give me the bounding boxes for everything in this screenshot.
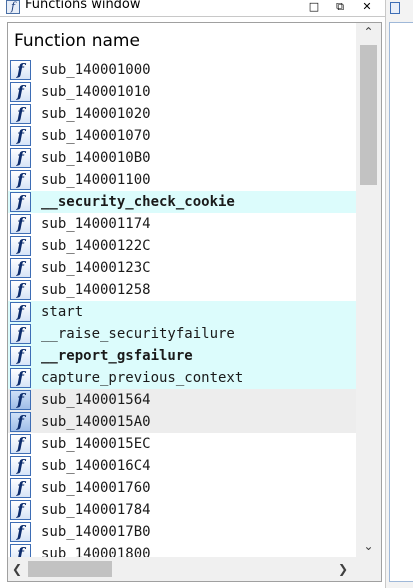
chevron-down-icon[interactable]: ⌄	[356, 537, 381, 555]
scrollbar-corner	[356, 557, 381, 581]
function-icon: f	[10, 478, 31, 498]
function-row[interactable]: f __raise_securityfailure	[8, 323, 356, 345]
function-icon: f	[10, 390, 31, 410]
function-name: sub_14000122C	[41, 238, 151, 254]
function-row[interactable]: f sub_140001760	[8, 477, 356, 499]
function-row[interactable]: f sub_140001258	[8, 279, 356, 301]
function-name: sub_140001760	[41, 480, 151, 496]
function-row[interactable]: f sub_14000123C	[8, 257, 356, 279]
window-title: Functions window	[25, 0, 141, 12]
function-name: sub_140001174	[41, 216, 151, 232]
function-icon: f	[10, 368, 31, 388]
functions-window-titlebar[interactable]: f Functions window □ ⧉ ✕	[0, 0, 385, 17]
column-header-function-name[interactable]: Function name	[8, 23, 356, 59]
chevron-up-icon[interactable]: ⌃	[356, 23, 381, 41]
function-icon: f	[10, 148, 31, 168]
function-name: sub_140001010	[41, 84, 151, 100]
close-icon[interactable]: ✕	[358, 0, 376, 15]
function-icon: f	[6, 0, 20, 14]
horizontal-scrollbar[interactable]: ❮ ❯	[8, 557, 356, 581]
restore-icon[interactable]: □	[305, 0, 323, 15]
function-row[interactable]: f sub_140001100	[8, 169, 356, 191]
function-row[interactable]: f sub_140001000	[8, 59, 356, 81]
vertical-scrollbar[interactable]: ⌃ ⌄	[356, 23, 381, 557]
adjacent-pane-content	[389, 22, 413, 582]
function-icon: f	[10, 236, 31, 256]
function-icon: f	[10, 214, 31, 234]
adjacent-pane	[385, 0, 413, 588]
maximize-icon[interactable]: ⧉	[331, 0, 349, 15]
function-icon: f	[10, 192, 31, 212]
function-name: sub_140001000	[41, 62, 151, 78]
function-row[interactable]: f sub_1400015EC	[8, 433, 356, 455]
function-icon: f	[10, 126, 31, 146]
function-name: __raise_securityfailure	[41, 326, 235, 342]
function-icon: f	[10, 434, 31, 454]
function-icon: f	[10, 82, 31, 102]
function-row[interactable]: f sub_1400016C4	[8, 455, 356, 477]
function-row[interactable]: f sub_1400010B0	[8, 147, 356, 169]
function-icon: f	[10, 302, 31, 322]
function-row[interactable]: f sub_140001784	[8, 499, 356, 521]
horizontal-scroll-thumb[interactable]	[28, 561, 112, 577]
function-icon: f	[10, 346, 31, 366]
chevron-left-icon[interactable]: ❮	[8, 557, 26, 581]
function-name: sub_1400015EC	[41, 436, 151, 452]
function-icon: f	[10, 500, 31, 520]
function-row[interactable]: f __report_gsfailure	[8, 345, 356, 367]
function-name: __security_check_cookie	[41, 194, 235, 210]
function-row[interactable]: f sub_140001070	[8, 125, 356, 147]
function-icon: f	[10, 258, 31, 278]
function-name: sub_140001020	[41, 106, 151, 122]
vertical-scroll-thumb[interactable]	[360, 45, 377, 185]
function-name: sub_140001258	[41, 282, 151, 298]
function-icon: f	[10, 456, 31, 476]
function-icon: f	[10, 60, 31, 80]
function-name: sub_1400010B0	[41, 150, 151, 166]
function-name: sub_140001100	[41, 172, 151, 188]
function-row[interactable]: f capture_previous_context	[8, 367, 356, 389]
function-icon: f	[10, 522, 31, 542]
function-icon: f	[10, 104, 31, 124]
chevron-right-icon[interactable]: ❯	[334, 557, 352, 581]
function-name: sub_140001564	[41, 392, 151, 408]
function-name: start	[41, 304, 84, 320]
function-icon: f	[10, 280, 31, 300]
function-name: capture_previous_context	[41, 370, 244, 386]
function-icon: f	[10, 324, 31, 344]
function-name: sub_14000123C	[41, 260, 151, 276]
function-row[interactable]: f sub_140001020	[8, 103, 356, 125]
function-row[interactable]: f sub_140001174	[8, 213, 356, 235]
function-row[interactable]: f start	[8, 301, 356, 323]
functions-list-panel: Function name f sub_140001000 f sub_1400010…	[7, 22, 382, 582]
function-row[interactable]: f sub_1400015A0	[8, 411, 356, 433]
function-row[interactable]: f __security_check_cookie	[8, 191, 356, 213]
function-name: sub_1400015A0	[41, 414, 151, 430]
document-icon	[390, 2, 400, 14]
function-name: sub_1400017B0	[41, 524, 151, 540]
function-icon: f	[10, 170, 31, 190]
function-name: sub_140001784	[41, 502, 151, 518]
function-icon: f	[10, 412, 31, 432]
function-row[interactable]: f sub_140001010	[8, 81, 356, 103]
function-name: __report_gsfailure	[41, 348, 193, 364]
function-list[interactable]: f sub_140001000 f sub_140001010 f sub_1400010…	[8, 59, 356, 579]
function-row[interactable]: f sub_140001564	[8, 389, 356, 411]
function-row[interactable]: f sub_14000122C	[8, 235, 356, 257]
function-row[interactable]: f sub_1400017B0	[8, 521, 356, 543]
function-name: sub_1400016C4	[41, 458, 151, 474]
function-name: sub_140001070	[41, 128, 151, 144]
